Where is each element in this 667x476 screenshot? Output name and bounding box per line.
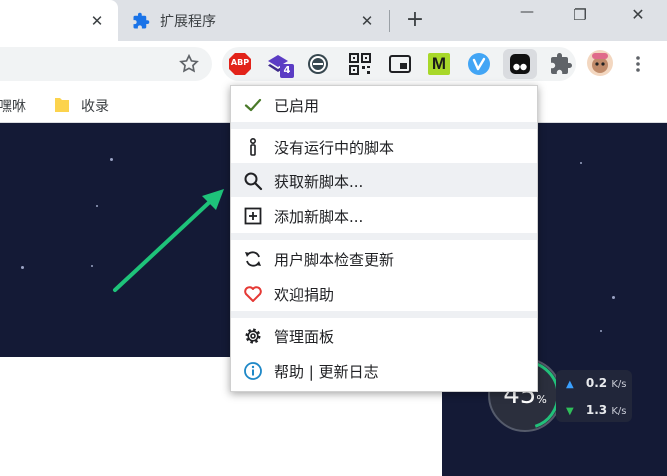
folder-icon <box>55 98 69 112</box>
download-value: 1.3 <box>585 403 608 417</box>
menu-item-no-scripts[interactable]: 没有运行中的脚本 <box>231 129 537 163</box>
tab-close-icon[interactable]: ✕ <box>358 12 376 30</box>
tab-strip: ✕ 扩展程序 ✕ + — ❐ ✕ <box>0 0 667 41</box>
star-dot <box>600 330 602 332</box>
tab-close-icon[interactable]: ✕ <box>88 12 106 30</box>
adblock-plus-icon[interactable]: ABP <box>228 52 252 76</box>
tampermonkey-menu: 已启用 没有运行中的脚本 获取新脚本... 添加新脚本... 用户脚本检查更新 … <box>230 85 538 392</box>
menu-item-label: 帮助 | 更新日志 <box>274 363 379 381</box>
menu-item-label: 管理面板 <box>274 328 335 346</box>
menu-item-dashboard[interactable]: 管理面板 <box>231 318 537 352</box>
extensions-menu-icon[interactable] <box>549 52 573 76</box>
tab-extensions[interactable]: 扩展程序 ✕ <box>120 0 388 41</box>
annotation-arrow-icon <box>113 189 224 292</box>
maximize-button[interactable]: ❐ <box>560 6 600 32</box>
search-icon <box>244 172 263 191</box>
star-dot <box>21 266 24 269</box>
m-label: M <box>431 54 447 73</box>
picture-in-picture-icon[interactable] <box>388 52 412 76</box>
new-tab-button[interactable]: + <box>403 8 427 32</box>
tab-divider <box>389 10 390 32</box>
star-dot <box>96 205 98 207</box>
upload-value: 0.2 <box>585 376 608 390</box>
qr-icon <box>349 53 371 75</box>
m-extension-icon[interactable]: M <box>427 52 451 76</box>
v-circle-icon <box>468 53 490 75</box>
bookmark-folder[interactable]: 收录 <box>81 96 109 116</box>
menu-item-donate[interactable]: 欢迎捐助 <box>231 276 537 310</box>
menu-item-help[interactable]: 帮助 | 更新日志 <box>231 353 537 387</box>
more-menu-icon[interactable] <box>628 54 648 74</box>
info-circle-icon <box>244 362 262 380</box>
menu-item-label: 用户脚本检查更新 <box>274 251 395 269</box>
bookmark-item[interactable]: 嘿咻 <box>0 96 26 116</box>
arrow-up-icon: ▲ <box>566 379 574 390</box>
menu-item-enabled[interactable]: 已启用 <box>231 87 537 121</box>
v-extension-icon[interactable] <box>467 52 491 76</box>
refresh-icon <box>245 251 261 267</box>
tampermonkey-icon[interactable] <box>508 52 532 76</box>
pip-icon <box>389 55 411 73</box>
e-circle-icon <box>308 54 328 74</box>
gear-icon <box>245 328 261 344</box>
star-dot <box>110 158 113 161</box>
tampermonkey-logo-icon <box>510 54 530 74</box>
stack-extension-icon[interactable]: 4 <box>266 52 294 78</box>
menu-item-label: 没有运行中的脚本 <box>274 139 395 157</box>
menu-item-get-new-script[interactable]: 获取新脚本... <box>231 163 537 197</box>
menu-item-add-new-script[interactable]: 添加新脚本... <box>231 198 537 232</box>
menu-item-label: 已启用 <box>274 97 320 115</box>
add-box-icon <box>244 207 262 225</box>
avatar[interactable] <box>586 49 614 77</box>
abp-label: ABP <box>230 58 250 67</box>
info-i-icon <box>250 137 257 156</box>
menu-separator <box>231 233 537 240</box>
tab-title: 扩展程序 <box>160 14 216 30</box>
download-unit: K/s <box>611 406 627 417</box>
menu-separator <box>231 122 537 129</box>
heart-icon <box>244 286 262 302</box>
minimize-button[interactable]: — <box>507 4 547 30</box>
arrow-down-icon: ▼ <box>566 406 574 417</box>
bookmark-star-icon[interactable] <box>178 53 200 75</box>
download-speed: ▼ 1.3 K/s <box>566 403 636 417</box>
upload-speed: ▲ 0.2 K/s <box>566 376 636 390</box>
star-dot <box>91 265 93 267</box>
qr-code-icon[interactable] <box>348 52 372 76</box>
upload-unit: K/s <box>611 379 627 390</box>
tab-active[interactable]: ✕ <box>0 0 118 41</box>
profile-avatar-icon <box>587 50 613 76</box>
check-icon <box>244 98 262 112</box>
percent-sign: % <box>536 393 547 406</box>
menu-item-label: 添加新脚本... <box>274 208 364 226</box>
extension-badge: 4 <box>280 64 294 78</box>
menu-separator <box>231 311 537 318</box>
puzzle-icon <box>551 53 572 74</box>
toolbar: ABP 4 M <box>0 41 667 87</box>
star-dot <box>580 162 582 164</box>
menu-item-label: 获取新脚本... <box>274 173 364 191</box>
puzzle-icon <box>133 12 150 29</box>
menu-item-label: 欢迎捐助 <box>274 286 335 304</box>
star-dot <box>612 296 615 299</box>
e-extension-icon[interactable] <box>306 52 330 76</box>
menu-item-check-updates[interactable]: 用户脚本检查更新 <box>231 241 537 275</box>
close-window-button[interactable]: ✕ <box>618 5 658 31</box>
